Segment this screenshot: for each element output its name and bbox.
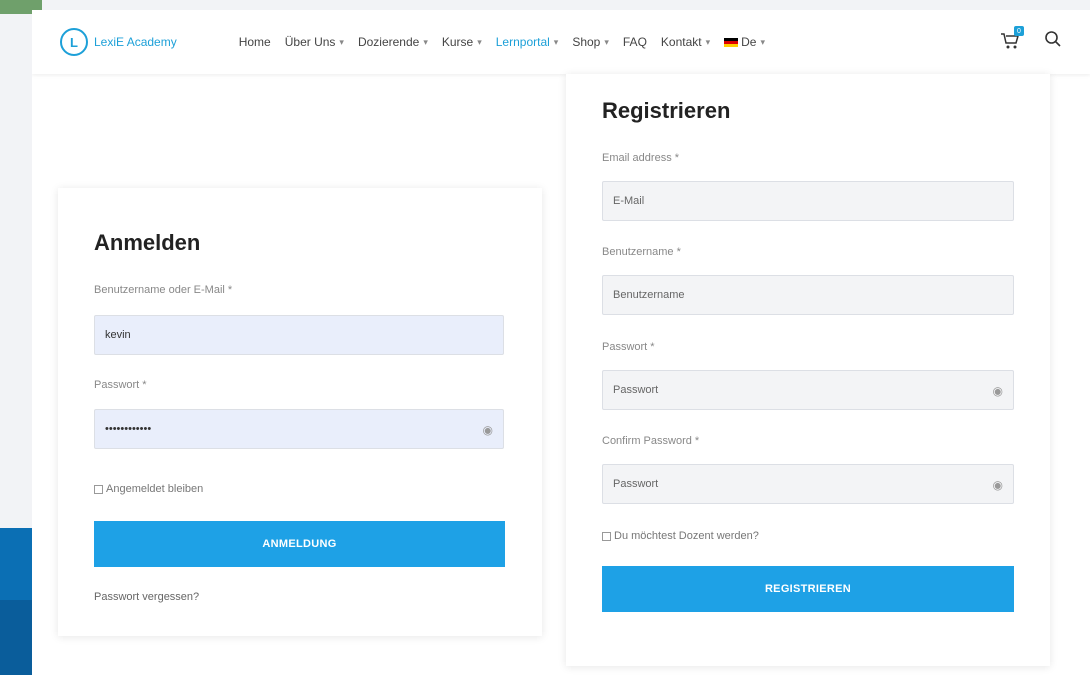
forgot-password-link[interactable]: Passwort vergessen?	[94, 591, 199, 603]
nav-item-shop[interactable]: Shop ▾	[572, 35, 609, 49]
login-username-label: Benutzername oder E-Mail *	[94, 284, 233, 296]
cart-count-badge: 0	[1014, 26, 1024, 36]
language-switcher[interactable]: De ▾	[724, 35, 765, 49]
remember-me-checkbox[interactable]: Angemeldet bleiben	[94, 483, 203, 495]
register-username-input[interactable]: Benutzername	[602, 275, 1014, 315]
register-submit-button[interactable]: REGISTRIEREN	[602, 566, 1014, 612]
browser-page: L LexiE Academy Home Über Uns ▾ Dozieren…	[32, 10, 1090, 675]
logo-text: LexiE Academy	[94, 35, 177, 49]
chevron-down-icon: ▾	[604, 36, 609, 47]
chevron-down-icon: ▾	[760, 36, 766, 47]
login-password-label: Passwort *	[94, 379, 147, 391]
login-password-input[interactable]: •••••••••••• ◉	[94, 409, 504, 449]
show-password-eye-icon[interactable]: ◉	[483, 423, 493, 437]
chevron-down-icon: ▾	[339, 36, 344, 47]
checkbox-box	[94, 484, 103, 494]
register-confirm-label: Confirm Password *	[602, 435, 700, 447]
register-card: Registrieren Email address * E-Mail Benu…	[566, 74, 1050, 666]
checkbox-box	[602, 531, 611, 541]
nav-item-ueber-uns[interactable]: Über Uns ▾	[285, 35, 344, 49]
chevron-down-icon: ▾	[477, 36, 482, 47]
nav-item-faq[interactable]: FAQ	[623, 35, 647, 49]
nav-item-kontakt[interactable]: Kontakt ▾	[661, 35, 710, 49]
main-nav: Home Über Uns ▾ Dozierende ▾ Kurse ▾ Ler…	[239, 35, 779, 49]
nav-item-lernportal[interactable]: Lernportal ▾	[496, 35, 559, 49]
search-icon[interactable]	[1044, 30, 1062, 53]
site-logo[interactable]: L LexiE Academy	[60, 28, 177, 56]
nav-item-kurse[interactable]: Kurse ▾	[442, 35, 482, 49]
background-accent-dark-left	[0, 600, 32, 675]
chevron-down-icon: ▾	[705, 36, 711, 47]
register-email-label: Email address *	[602, 152, 680, 164]
nav-item-dozierende[interactable]: Dozierende ▾	[358, 35, 428, 49]
login-card: Anmelden Benutzername oder E-Mail * kevi…	[58, 188, 542, 636]
site-header: L LexiE Academy Home Über Uns ▾ Dozieren…	[32, 10, 1090, 74]
logo-mark-icon: L	[60, 28, 88, 56]
register-confirm-input[interactable]: Passwort ◉	[602, 464, 1014, 504]
register-username-label: Benutzername *	[602, 246, 681, 258]
show-password-eye-icon[interactable]: ◉	[993, 478, 1003, 492]
nav-item-home[interactable]: Home	[239, 35, 271, 49]
show-password-eye-icon[interactable]: ◉	[993, 384, 1003, 398]
login-title: Anmelden	[94, 230, 201, 255]
login-submit-button[interactable]: ANMELDUNG	[94, 521, 505, 567]
register-password-label: Passwort *	[602, 341, 655, 353]
chevron-down-icon: ▾	[553, 36, 559, 47]
become-lecturer-checkbox[interactable]: Du möchtest Dozent werden?	[602, 530, 759, 542]
register-password-input[interactable]: Passwort ◉	[602, 370, 1014, 410]
register-title: Registrieren	[602, 98, 731, 123]
register-email-input[interactable]: E-Mail	[602, 181, 1014, 221]
german-flag-icon	[724, 37, 739, 47]
chevron-down-icon: ▾	[423, 36, 428, 47]
login-username-input[interactable]: kevin	[94, 315, 504, 355]
